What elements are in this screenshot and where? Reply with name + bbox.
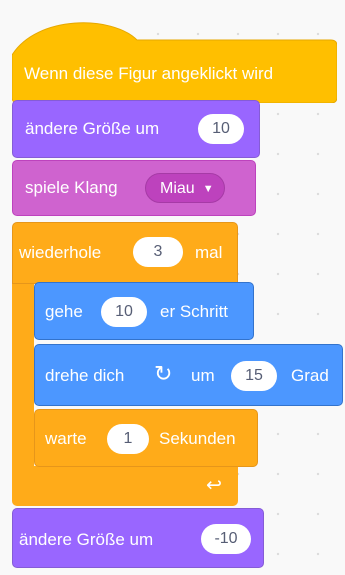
size-value-input[interactable]: 10 — [198, 114, 244, 144]
size-value-input-2[interactable]: -10 — [201, 524, 251, 554]
turn-suffix: Grad — [291, 366, 329, 385]
repeat-block-arm — [12, 284, 34, 468]
loop-arrow-icon: ↩ — [206, 475, 222, 496]
rotate-clockwise-icon: ↻ — [154, 361, 173, 386]
turn-right-block[interactable]: drehe dich ↻ um 15 Grad — [34, 344, 343, 406]
sound-label: spiele Klang — [25, 178, 118, 197]
turn-middle-label: um — [191, 366, 215, 385]
wait-seconds-block[interactable]: warte 1 Sekunden — [34, 409, 258, 467]
repeat-suffix: mal — [195, 243, 223, 262]
repeat-label: wiederhole — [19, 243, 102, 262]
turn-degrees-input[interactable]: 15 — [231, 361, 277, 391]
turn-label: drehe dich — [45, 366, 125, 385]
move-suffix: er Schritt — [160, 302, 229, 321]
repeat-block[interactable]: wiederhole 3 mal — [12, 222, 238, 284]
wait-suffix: Sekunden — [159, 429, 236, 448]
sound-name: Miau — [160, 180, 195, 197]
move-steps-input[interactable]: 10 — [101, 297, 147, 327]
size-label-2: ändere Größe um — [19, 530, 154, 549]
event-label: Wenn diese Figur angeklickt wird — [24, 64, 274, 83]
sound-dropdown[interactable]: Miau ▼ — [145, 173, 225, 203]
wait-seconds-input[interactable]: 1 — [107, 424, 149, 454]
change-size-block-2[interactable]: ändere Größe um -10 — [12, 508, 264, 568]
change-size-block[interactable]: ändere Größe um 10 — [12, 100, 260, 158]
wait-label: warte — [45, 429, 87, 448]
repeat-block-footer: ↩ — [12, 466, 238, 506]
repeat-count-input[interactable]: 3 — [133, 237, 183, 267]
size-label: ändere Größe um — [25, 119, 160, 138]
caret-down-icon: ▼ — [202, 183, 214, 195]
play-sound-block[interactable]: spiele Klang Miau ▼ — [12, 160, 256, 216]
when-sprite-clicked-block[interactable]: Wenn diese Figur angeklickt wird — [12, 40, 337, 103]
move-label: gehe — [45, 302, 83, 321]
move-steps-block[interactable]: gehe 10 er Schritt — [34, 282, 254, 340]
